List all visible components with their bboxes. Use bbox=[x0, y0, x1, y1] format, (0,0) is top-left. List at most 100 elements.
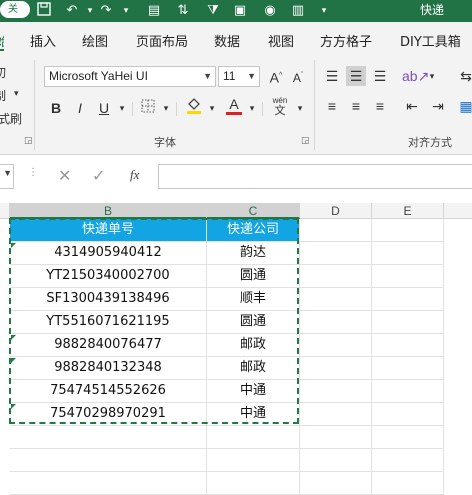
font-size-select[interactable]: 11 ▼ bbox=[218, 66, 260, 87]
redo-dropdown-icon[interactable]: ▾ bbox=[118, 2, 134, 18]
align-right-button[interactable]: ≡ bbox=[370, 96, 390, 116]
fill-color-dropdown-icon[interactable]: ▾ bbox=[202, 98, 222, 118]
quick-tool-icon[interactable]: ▣ bbox=[232, 2, 248, 18]
grow-font-button[interactable]: A^ bbox=[266, 66, 286, 86]
empty-cell[interactable] bbox=[300, 288, 372, 311]
empty-cell[interactable] bbox=[300, 311, 372, 334]
redo-icon[interactable]: ↷ bbox=[98, 2, 114, 18]
align-left-button[interactable]: ≡ bbox=[322, 96, 342, 116]
empty-cell[interactable] bbox=[372, 334, 444, 357]
empty-cell[interactable] bbox=[300, 403, 372, 426]
empty-cell[interactable] bbox=[372, 380, 444, 403]
name-box[interactable]: ▼ bbox=[0, 164, 14, 189]
shrink-font-button[interactable]: Aˇ bbox=[288, 66, 308, 86]
decrease-indent-button[interactable]: ⇤ bbox=[402, 96, 422, 116]
font-color-button[interactable]: A bbox=[224, 96, 244, 116]
align-center-button[interactable]: ≡ bbox=[346, 96, 366, 116]
document-icon[interactable]: ▤ bbox=[146, 2, 162, 18]
tab-view[interactable]: 视图 bbox=[268, 31, 294, 50]
tab-insert[interactable]: 插入 bbox=[30, 31, 56, 50]
empty-cell[interactable] bbox=[300, 334, 372, 357]
empty-cell[interactable] bbox=[372, 288, 444, 311]
undo-icon[interactable]: ↶ bbox=[64, 2, 80, 18]
bold-button[interactable]: B bbox=[46, 98, 66, 118]
align-top-button[interactable]: ☰ bbox=[322, 66, 342, 86]
empty-cell[interactable] bbox=[372, 449, 444, 472]
empty-cell[interactable] bbox=[372, 311, 444, 334]
title-bar: 关 ↶ ▾ ↷ ▾ ▤ ⇅ ⧩ ▣ ◉ ▥ ▾ 快递 bbox=[0, 0, 472, 22]
separator bbox=[262, 102, 263, 116]
sort-icon[interactable]: ⇅ bbox=[175, 2, 191, 18]
empty-cell[interactable] bbox=[300, 426, 372, 449]
increase-indent-button[interactable]: ⇥ bbox=[428, 96, 448, 116]
empty-cell[interactable] bbox=[300, 449, 372, 472]
cut-partial-label[interactable]: 切 bbox=[0, 64, 6, 81]
copy-partial-label[interactable]: 制 bbox=[0, 87, 6, 104]
customize-toolbar-icon[interactable]: ▾ bbox=[316, 2, 332, 18]
tab-home[interactable]: 始 bbox=[0, 31, 4, 51]
empty-cell[interactable] bbox=[372, 472, 444, 495]
empty-cell[interactable] bbox=[10, 449, 207, 472]
border-dropdown-icon[interactable]: ▾ bbox=[156, 98, 176, 118]
align-bottom-button[interactable]: ☰ bbox=[370, 66, 390, 86]
underline-button[interactable]: U bbox=[94, 98, 114, 118]
border-button[interactable] bbox=[138, 98, 158, 118]
empty-cell[interactable] bbox=[207, 449, 300, 472]
empty-cell[interactable] bbox=[10, 426, 207, 449]
clipboard-launcher-icon[interactable]: ◲ bbox=[24, 136, 33, 146]
column-header-b[interactable]: B bbox=[10, 203, 207, 219]
empty-cell[interactable] bbox=[372, 242, 444, 265]
empty-cell[interactable] bbox=[300, 380, 372, 403]
formula-input[interactable] bbox=[158, 164, 472, 189]
empty-cell[interactable] bbox=[372, 403, 444, 426]
empty-cell[interactable] bbox=[207, 426, 300, 449]
autosave-toggle[interactable]: 关 bbox=[0, 1, 30, 18]
chart-icon[interactable]: ▥ bbox=[290, 2, 306, 18]
column-header-d[interactable]: D bbox=[300, 203, 372, 219]
cancel-icon[interactable]: ✕ bbox=[58, 166, 71, 186]
column-header-f[interactable] bbox=[444, 203, 472, 219]
font-color-dropdown-icon[interactable]: ▾ bbox=[242, 98, 262, 118]
font-launcher-icon[interactable]: ◲ bbox=[301, 136, 310, 146]
phonetic-dropdown-icon[interactable]: ▾ bbox=[290, 98, 310, 118]
orientation-dropdown-icon[interactable]: ▾ bbox=[422, 66, 442, 86]
empty-cell[interactable] bbox=[372, 426, 444, 449]
empty-cell[interactable] bbox=[10, 472, 207, 495]
worksheet-grid[interactable]: B C D E 快递单号 快递公司 4314905940412 韵达 YT21503… bbox=[0, 199, 472, 495]
tab-draw[interactable]: 绘图 bbox=[82, 31, 108, 50]
merge-center-button[interactable]: ▦ bbox=[456, 96, 472, 116]
phonetic-button[interactable]: wén 文 bbox=[270, 96, 290, 117]
save-icon[interactable] bbox=[36, 2, 52, 18]
fill-color-button[interactable] bbox=[184, 96, 204, 116]
empty-cell[interactable] bbox=[372, 357, 444, 380]
italic-button[interactable]: I bbox=[70, 98, 90, 118]
undo-dropdown-icon[interactable]: ▾ bbox=[82, 2, 98, 18]
enter-check-icon[interactable]: ✓ bbox=[92, 166, 105, 186]
wrap-text-button[interactable]: ⇆ bbox=[456, 66, 472, 86]
tab-page-layout[interactable]: 页面布局 bbox=[136, 31, 188, 50]
empty-cell[interactable] bbox=[300, 472, 372, 495]
empty-cell[interactable] bbox=[300, 219, 372, 242]
filter-icon[interactable]: ⧩ bbox=[205, 2, 221, 18]
font-name-select[interactable]: Microsoft YaHei UI ▼ bbox=[44, 66, 216, 87]
empty-cell[interactable] bbox=[372, 265, 444, 288]
camera-icon[interactable]: ◉ bbox=[262, 2, 278, 18]
column-header-c[interactable]: C bbox=[207, 203, 300, 219]
empty-cell[interactable] bbox=[300, 242, 372, 265]
tab-diy-toolbox[interactable]: DIY工具箱 bbox=[400, 31, 461, 50]
orientation-button[interactable]: ab↗ bbox=[402, 66, 429, 86]
empty-cell[interactable] bbox=[300, 357, 372, 380]
insert-function-button[interactable]: fx bbox=[130, 167, 139, 183]
underline-dropdown-icon[interactable]: ▾ bbox=[112, 98, 132, 118]
column-header-a[interactable] bbox=[0, 203, 10, 219]
align-middle-button[interactable]: ☰ bbox=[346, 66, 366, 86]
tab-fangfang[interactable]: 方方格子 bbox=[320, 31, 372, 50]
font-color-swatch bbox=[226, 112, 242, 115]
column-header-e[interactable]: E bbox=[372, 203, 444, 219]
tab-data[interactable]: 数据 bbox=[214, 31, 240, 50]
empty-cell[interactable] bbox=[372, 219, 444, 242]
copy-dropdown-icon[interactable]: ▾ bbox=[14, 89, 19, 99]
empty-cell[interactable] bbox=[300, 265, 372, 288]
format-painter-partial-label[interactable]: 式刷 bbox=[0, 110, 22, 127]
empty-cell[interactable] bbox=[207, 472, 300, 495]
